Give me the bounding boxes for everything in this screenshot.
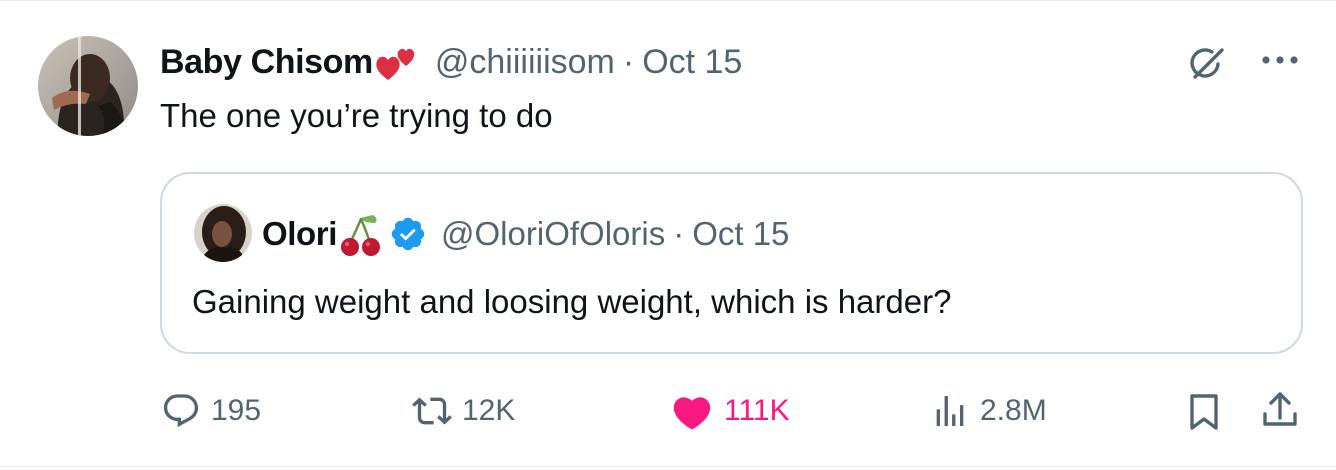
tweet-card[interactable]: Baby Chisom @chiiiiiisom · Oct 15 The on… [0,0,1336,470]
views-count: 2.8M [980,394,1047,427]
two-hearts-icon [376,48,415,80]
tweet-date[interactable]: Oct 15 [642,43,742,82]
heart-icon [673,397,711,430]
cherries-icon [341,215,381,256]
analytics-icon [936,396,964,426]
like-button[interactable]: 111K [670,388,790,434]
action-bar: 195 12K 111K 2.8M [0,388,1336,434]
share-icon[interactable] [1258,388,1302,432]
quoted-author-avatar[interactable] [194,204,252,262]
author-avatar[interactable] [38,36,138,136]
tweet-text: The one you’re trying to do [160,97,553,134]
quoted-separator-dot: · [673,215,685,252]
retweet-icon [412,397,452,425]
separator-dot: · [622,42,635,81]
quoted-handle[interactable]: @OloriOfOloris [441,215,665,253]
quoted-date[interactable]: Oct 15 [692,215,789,253]
tweet-header: Baby Chisom @chiiiiiisom · Oct 15 [160,40,742,84]
author-handle[interactable]: @chiiiiiisom [435,43,615,82]
quoted-display-name[interactable]: Olori [262,215,337,253]
verified-badge-icon[interactable] [389,215,427,253]
divider-bottom [0,466,1336,467]
views-button[interactable]: 2.8M [930,388,1047,434]
retweet-button[interactable]: 12K [412,388,515,434]
divider-top [0,0,1336,1]
retweet-count: 12K [462,394,516,427]
grok-icon[interactable] [1188,44,1226,84]
author-display-name[interactable]: Baby Chisom [160,43,373,82]
bookmark-icon[interactable] [1186,392,1222,432]
quoted-header: Olori @OloriOfOloris · Oct 15 [262,212,789,256]
quoted-tweet[interactable]: Olori @OloriOfOloris · Oct 15 Gaining we… [160,172,1303,354]
quoted-text: Gaining weight and loosing weight, which… [192,283,952,320]
like-count: 111K [724,394,790,427]
reply-button[interactable]: 195 [161,388,261,434]
more-options-icon[interactable] [1258,50,1302,70]
reply-icon [163,394,199,428]
reply-count: 195 [211,394,262,427]
